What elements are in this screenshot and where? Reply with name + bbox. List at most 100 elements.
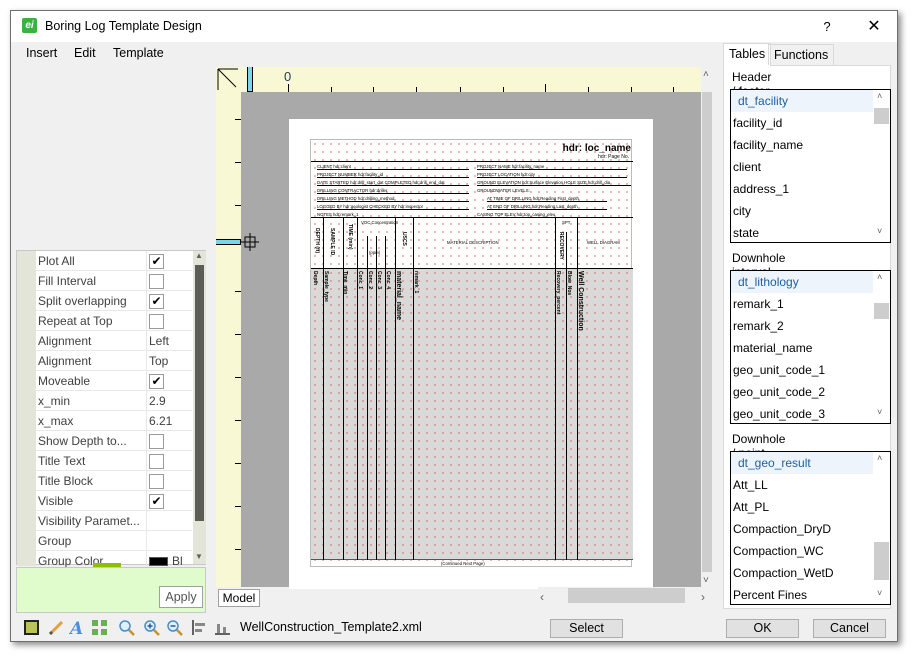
color-swatch[interactable] xyxy=(149,557,168,567)
column-header-material-description[interactable]: MATERIAL DESCRIPTION xyxy=(447,240,499,245)
property-value[interactable] xyxy=(146,431,192,451)
column-header-depth[interactable]: DEPTH (ft) xyxy=(314,228,320,253)
property-checkbox[interactable]: ✔ xyxy=(149,374,164,389)
scroll-down-icon[interactable]: ˅ xyxy=(703,575,709,586)
info-drilling-contractor[interactable]: DRILLING CONTRACTOR hdr:driller xyxy=(317,188,469,194)
scroll-thumb[interactable] xyxy=(874,542,889,580)
scroll-down-icon[interactable]: ˅ xyxy=(877,407,882,417)
list-item[interactable]: city xyxy=(731,200,874,222)
column-header-ppm[interactable]: (ppm) xyxy=(369,250,380,255)
list-item-table[interactable]: dt_geo_result xyxy=(731,452,874,474)
property-row[interactable]: Visibility Paramet... xyxy=(36,511,192,531)
footer-continued[interactable]: (Continued Next Page) xyxy=(441,561,485,566)
property-value[interactable]: ✔ xyxy=(146,491,192,511)
design-canvas[interactable]: hdr: loc_name hdr: Page No. CLIENT hdr:c… xyxy=(216,67,713,607)
list-item[interactable]: facility_id xyxy=(731,112,874,134)
apply-button[interactable]: Apply xyxy=(159,586,203,608)
property-value[interactable]: 6.21 xyxy=(146,411,192,431)
tab-functions[interactable]: Functions xyxy=(768,44,835,65)
ruler-corner-icon[interactable] xyxy=(216,67,241,92)
zoom-in-icon[interactable] xyxy=(143,619,160,636)
property-value[interactable]: ✔ xyxy=(146,371,192,391)
info-at-time-of-drilling[interactable]: AT TIME OF DRILLING hdr:Reading First_de… xyxy=(487,196,607,202)
property-checkbox[interactable]: ✔ xyxy=(149,494,164,509)
list-item[interactable]: client xyxy=(731,156,874,178)
list-item[interactable]: geo_unit_code_3 xyxy=(731,403,874,423)
property-row[interactable]: Title Text xyxy=(36,451,192,471)
align-left-icon[interactable] xyxy=(191,619,208,636)
field-listbox[interactable]: dt_geo_result Att_LL Att_PL Compaction_DryD… xyxy=(730,451,891,605)
info-logged-by[interactable]: LOGGED BY hdr:geologist CHECKED BY hdr:i… xyxy=(317,204,469,210)
property-value[interactable] xyxy=(146,531,192,551)
field-listbox[interactable]: dt_facility facility_id facility_name clien… xyxy=(730,89,891,243)
property-row[interactable]: Plot All ✔ xyxy=(36,251,192,271)
zoom-out-icon[interactable] xyxy=(166,619,183,636)
scroll-up-icon[interactable]: ˄ xyxy=(877,453,882,463)
property-row[interactable]: Show Depth to... xyxy=(36,431,192,451)
property-value[interactable]: Left xyxy=(146,331,192,351)
list-item[interactable]: Compaction_DryD xyxy=(731,518,874,540)
info-client[interactable]: CLIENT hdr:client xyxy=(317,164,469,170)
close-button[interactable]: ✕ xyxy=(863,16,885,38)
property-row[interactable]: x_max 6.21 xyxy=(36,411,192,431)
pencil-icon[interactable] xyxy=(47,619,64,636)
property-value[interactable]: Top xyxy=(146,351,192,371)
column-header-sample[interactable]: SAMPLE ID xyxy=(329,228,335,255)
select-rectangle-icon[interactable] xyxy=(23,619,40,636)
list-item[interactable]: Att_LL xyxy=(731,474,874,496)
cancel-button[interactable]: Cancel xyxy=(813,619,886,638)
list-scrollbar[interactable]: ˄ ˅ xyxy=(873,90,890,242)
property-checkbox[interactable] xyxy=(149,434,164,449)
column-header-spt[interactable]: SPT xyxy=(562,220,570,225)
text-style-icon[interactable]: A xyxy=(69,619,86,636)
property-row[interactable]: Group xyxy=(36,531,192,551)
property-value[interactable] xyxy=(146,471,192,491)
scroll-thumb[interactable] xyxy=(702,92,712,572)
scroll-up-icon[interactable]: ▲ xyxy=(195,251,203,260)
scroll-right-icon[interactable]: › xyxy=(701,590,705,604)
scroll-thumb[interactable] xyxy=(874,108,889,124)
header-page-no[interactable]: hdr: Page No. xyxy=(598,154,629,160)
column-body[interactable]: Depth Sample_type Time_min Conc_1 Conc_2… xyxy=(311,269,633,560)
menu-edit[interactable]: Edit xyxy=(74,46,96,60)
select-button[interactable]: Select xyxy=(550,619,623,638)
property-checkbox[interactable] xyxy=(149,274,164,289)
field-listbox[interactable]: dt_lithology remark_1 remark_2 material_nam… xyxy=(730,270,891,424)
grid-icon[interactable] xyxy=(91,619,108,636)
property-checkbox[interactable]: ✔ xyxy=(149,294,164,309)
header-loc-name[interactable]: hdr: loc_name xyxy=(563,143,631,154)
property-value[interactable] xyxy=(146,311,192,331)
property-row[interactable]: Title Block xyxy=(36,471,192,491)
scroll-thumb[interactable] xyxy=(195,265,204,521)
column-header-row[interactable]: DEPTH (ft) SAMPLE ID TIME (min) VOC Conc… xyxy=(311,218,633,269)
align-bottom-icon[interactable] xyxy=(214,619,231,636)
menu-template[interactable]: Template xyxy=(113,46,164,60)
scroll-left-icon[interactable]: ‹ xyxy=(540,590,544,604)
scroll-down-icon[interactable]: ▼ xyxy=(195,552,203,561)
scroll-up-icon[interactable]: ˄ xyxy=(703,69,709,80)
ok-button[interactable]: OK xyxy=(726,619,799,638)
scroll-down-icon[interactable]: ˅ xyxy=(877,226,882,236)
property-checkbox[interactable] xyxy=(149,454,164,469)
list-item[interactable]: facility_name xyxy=(731,134,874,156)
property-value[interactable] xyxy=(146,451,192,471)
property-checkbox[interactable] xyxy=(149,314,164,329)
property-row[interactable]: Split overlapping ✔ xyxy=(36,291,192,311)
property-checkbox[interactable]: ✔ xyxy=(149,254,164,269)
tab-tables[interactable]: Tables xyxy=(723,43,772,66)
info-block[interactable]: CLIENT hdr:client PROJECT NUMBER hdr:fac… xyxy=(311,162,633,218)
list-item[interactable]: material_name xyxy=(731,337,874,359)
list-item[interactable]: Compaction_WC xyxy=(731,540,874,562)
property-grid-scrollbar[interactable]: ▲ ▼ xyxy=(193,251,206,564)
tab-model[interactable]: Model xyxy=(218,589,260,607)
column-header-time[interactable]: TIME (min) xyxy=(347,224,353,250)
property-value[interactable] xyxy=(146,511,192,531)
scroll-up-icon[interactable]: ˄ xyxy=(877,272,882,282)
template-sheet[interactable]: hdr: loc_name hdr: Page No. CLIENT hdr:c… xyxy=(310,139,633,567)
column-header-recovery[interactable]: RECOVERY xyxy=(558,232,564,260)
list-item-table[interactable]: dt_lithology xyxy=(731,271,874,293)
info-ground-elevation[interactable]: GROUND ELEVATION hdr:Surface Elevation H… xyxy=(477,180,631,186)
info-groundwater-levels[interactable]: GROUNDWATER LEVELS: xyxy=(477,188,627,193)
property-row[interactable]: Fill Interval xyxy=(36,271,192,291)
list-item[interactable]: Att_PL xyxy=(731,496,874,518)
